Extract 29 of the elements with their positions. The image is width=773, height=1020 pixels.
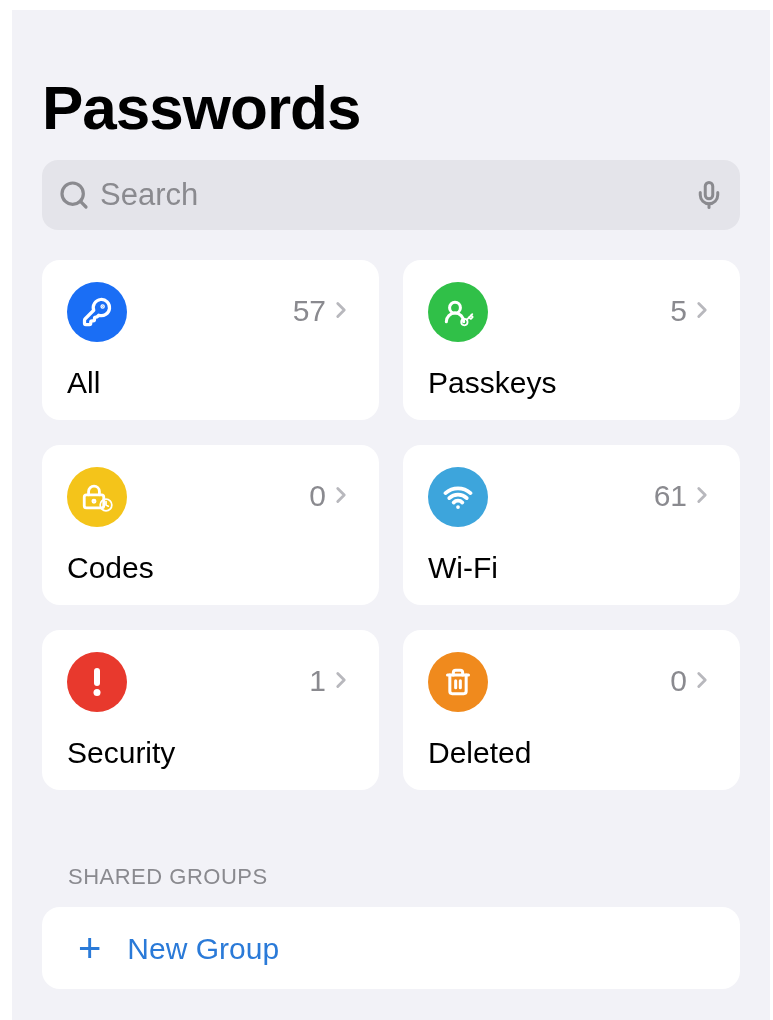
category-label: Security — [67, 735, 177, 771]
item-count: 1 — [309, 662, 326, 699]
item-count: 0 — [670, 662, 687, 699]
category-label: Deleted — [428, 735, 533, 771]
key-icon — [82, 297, 112, 327]
new-group-button[interactable]: + New Group — [42, 907, 740, 989]
search-field[interactable]: Search — [100, 171, 684, 219]
category-label: Wi-Fi — [428, 550, 499, 586]
item-count: 61 — [653, 477, 687, 514]
category-label: Codes — [67, 550, 155, 586]
search-icon — [58, 179, 90, 211]
category-card[interactable]: 57 All — [42, 260, 379, 420]
item-count: 0 — [309, 477, 326, 514]
category-card[interactable]: 1 Security — [42, 630, 379, 790]
trash-icon — [444, 668, 472, 696]
item-count: 57 — [292, 292, 326, 329]
category-card[interactable]: 0 Codes — [42, 445, 379, 605]
category-card[interactable]: 0 Deleted — [403, 630, 740, 790]
category-card[interactable]: 5 Passkeys — [403, 260, 740, 420]
category-card[interactable]: 61 Wi-Fi — [403, 445, 740, 605]
plus-icon: + — [78, 928, 102, 968]
page-title: Passwords — [42, 72, 362, 144]
exclamation-icon — [93, 668, 101, 696]
item-count: 5 — [670, 292, 687, 329]
lock-clock-icon — [81, 482, 113, 512]
category-label: Passkeys — [428, 365, 558, 401]
category-label: All — [67, 365, 102, 401]
search-bar[interactable]: Search — [42, 160, 740, 230]
section-heading: SHARED GROUPS — [68, 863, 269, 891]
